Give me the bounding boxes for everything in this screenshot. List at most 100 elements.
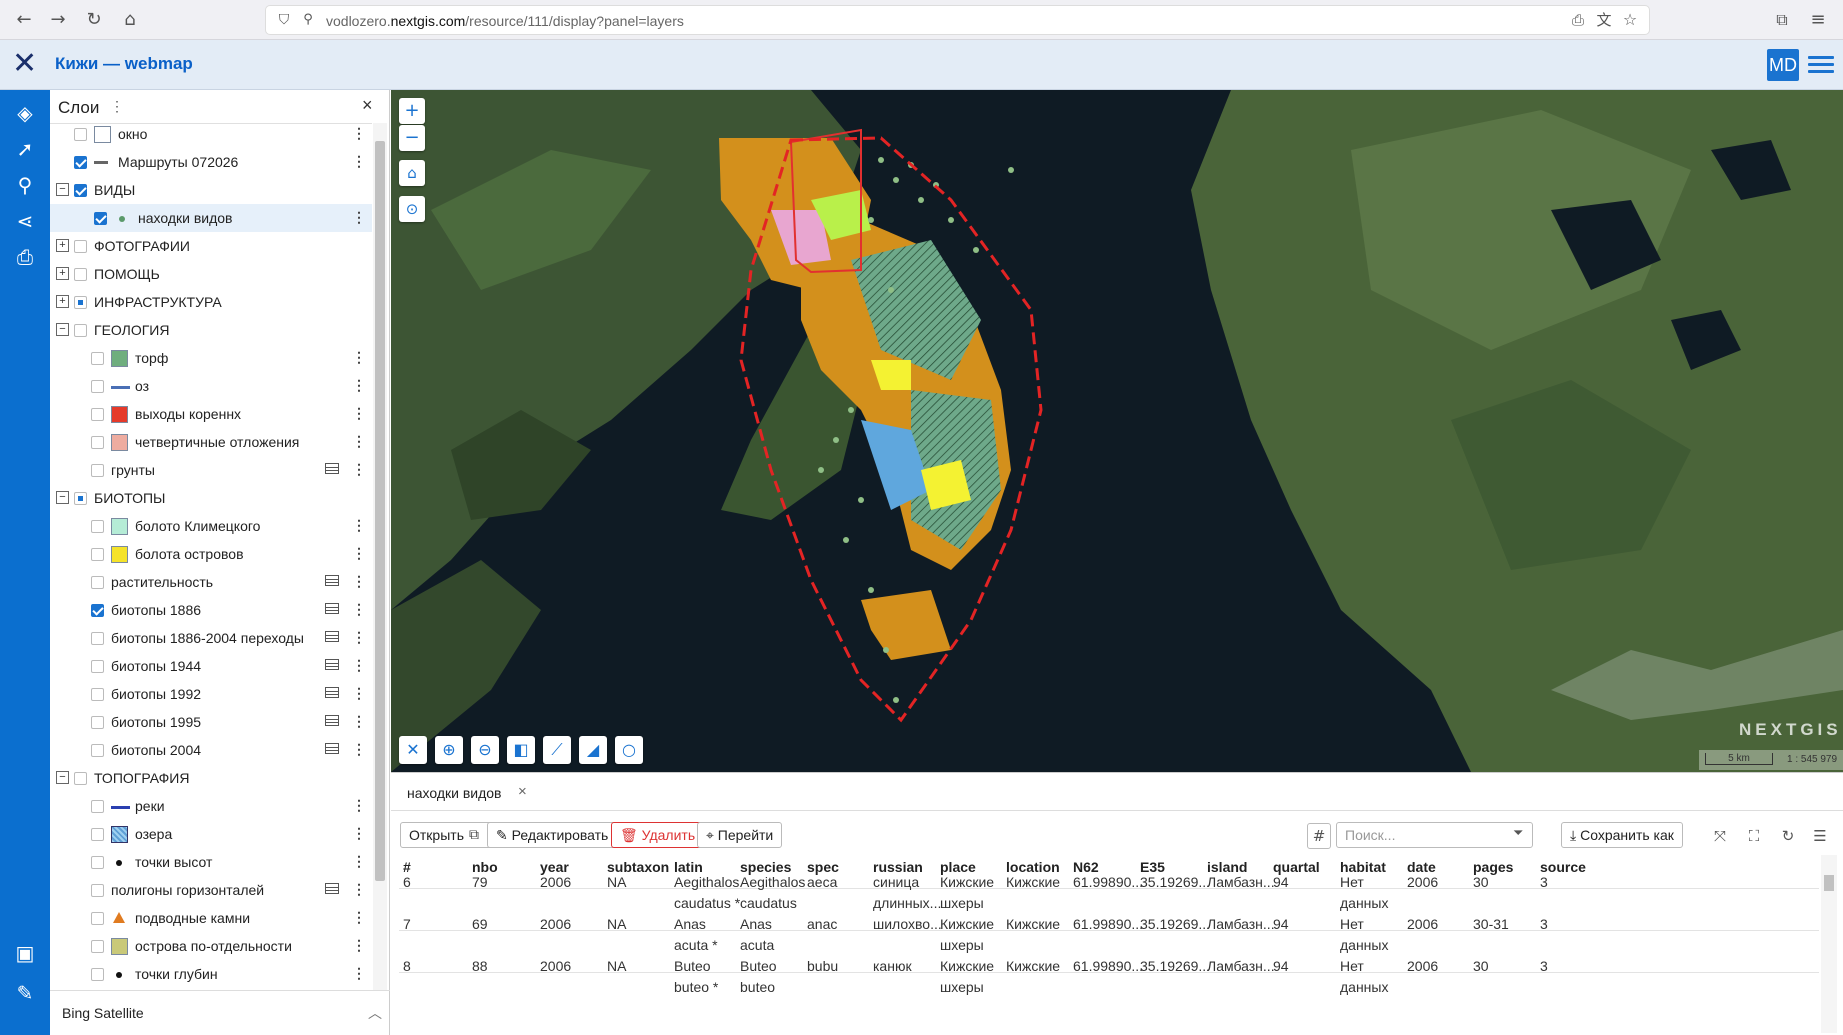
table-cell[interactable]: 2006: [1407, 956, 1477, 977]
layer-menu-icon[interactable]: ⋮: [352, 601, 366, 618]
layer-row[interactable]: биотопы 1886-2004 переходы ⋮: [50, 624, 372, 652]
main-menu-icon[interactable]: [1808, 52, 1834, 74]
layer-row[interactable]: растительность ⋮: [50, 568, 372, 596]
fit-columns-icon[interactable]: ⤧: [1709, 825, 1731, 847]
table-cell[interactable]: 3: [1540, 872, 1610, 893]
layer-menu-icon[interactable]: ⋮: [352, 713, 366, 730]
layer-checkbox[interactable]: [91, 912, 104, 925]
table-cell[interactable]: Кижские: [1006, 872, 1076, 893]
layer-checkbox[interactable]: [91, 884, 104, 897]
table-cell[interactable]: 94: [1273, 872, 1343, 893]
table-cell[interactable]: 61.99890...: [1073, 872, 1143, 893]
layer-checkbox[interactable]: [74, 268, 87, 281]
refresh-icon[interactable]: ↻: [1777, 825, 1799, 847]
table-cell[interactable]: 2006: [540, 956, 610, 977]
layer-checkbox[interactable]: [91, 968, 104, 981]
user-avatar[interactable]: MD: [1767, 49, 1799, 81]
layer-checkbox[interactable]: [74, 156, 87, 169]
basemap-selector[interactable]: Bing Satellite ︿: [50, 990, 390, 1035]
table-cell[interactable]: 7: [403, 914, 473, 935]
table-cell[interactable]: NA: [607, 956, 677, 977]
layer-menu-icon[interactable]: ⋮: [352, 741, 366, 758]
layer-checkbox[interactable]: [91, 464, 104, 477]
layer-menu-icon[interactable]: ⋮: [352, 629, 366, 646]
reload-icon[interactable]: ↻: [82, 8, 106, 32]
locate-button[interactable]: ⊙: [399, 196, 425, 222]
expand-icon[interactable]: +: [56, 267, 69, 280]
table-cell[interactable]: Кижские: [1006, 956, 1076, 977]
layer-checkbox[interactable]: [91, 800, 104, 813]
layer-menu-icon[interactable]: ⋮: [352, 377, 366, 394]
identify-cursor-icon[interactable]: ➚: [12, 136, 38, 162]
site-info-icon[interactable]: ⚲: [296, 8, 320, 32]
hash-column-icon[interactable]: #: [1307, 823, 1331, 849]
search-icon[interactable]: ⚲: [12, 172, 38, 198]
layer-row[interactable]: биотопы 1944 ⋮: [50, 652, 372, 680]
open-table-icon[interactable]: [325, 687, 339, 698]
layer-row[interactable]: окно ⋮: [50, 124, 372, 148]
layer-row[interactable]: биотопы 2004 ⋮: [50, 736, 372, 764]
layer-checkbox[interactable]: [94, 212, 107, 225]
layer-group-row[interactable]: + ИНФРАСТРУКТУРА: [50, 288, 372, 316]
layer-menu-icon[interactable]: ⋮: [352, 349, 366, 366]
table-cell[interactable]: Ламбазн...: [1207, 872, 1277, 893]
close-tab-icon[interactable]: ×: [518, 783, 527, 800]
layers-panel-menu-icon[interactable]: ⋮: [110, 98, 124, 115]
layer-checkbox[interactable]: [74, 240, 87, 253]
layer-row[interactable]: острова по-отдельности ⋮: [50, 932, 372, 960]
table-cell[interactable]: Кижские шхеры: [940, 956, 1010, 998]
table-cell[interactable]: 35.19269...: [1140, 872, 1210, 893]
layer-menu-icon[interactable]: ⋮: [352, 153, 366, 170]
table-cell[interactable]: 94: [1273, 914, 1343, 935]
table-cell[interactable]: 3: [1540, 914, 1610, 935]
tool-swipe-button[interactable]: ◧: [507, 736, 535, 764]
layer-row[interactable]: биотопы 1995 ⋮: [50, 708, 372, 736]
layer-menu-icon[interactable]: ⋮: [352, 909, 366, 926]
home-icon[interactable]: ⌂: [118, 8, 142, 32]
layer-menu-icon[interactable]: ⋮: [352, 825, 366, 842]
layer-row[interactable]: выходы кореннх ⋮: [50, 400, 372, 428]
layer-menu-icon[interactable]: ⋮: [352, 797, 366, 814]
table-cell[interactable]: Нет данных: [1340, 872, 1410, 914]
layer-checkbox[interactable]: [91, 408, 104, 421]
layer-checkbox[interactable]: [74, 772, 87, 785]
layer-row[interactable]: подводные камни ⋮: [50, 904, 372, 932]
table-cell[interactable]: Buteo buteo: [740, 956, 810, 998]
layer-menu-icon[interactable]: ⋮: [352, 433, 366, 450]
layer-row[interactable]: полигоны горизонталей ⋮: [50, 876, 372, 904]
layer-checkbox[interactable]: [91, 352, 104, 365]
table-cell[interactable]: 79: [472, 872, 542, 893]
edit-button[interactable]: ✎ Редактировать: [487, 822, 618, 848]
layer-group-row[interactable]: − ВИДЫ: [50, 176, 372, 204]
layer-menu-icon[interactable]: ⋮: [352, 517, 366, 534]
edit-pencil-icon[interactable]: ✎: [12, 980, 38, 1006]
layer-checkbox[interactable]: [74, 492, 87, 505]
delete-button[interactable]: 🗑 Удалить: [611, 822, 705, 848]
open-table-icon[interactable]: [325, 631, 339, 642]
table-cell[interactable]: 30: [1473, 956, 1543, 977]
layer-checkbox[interactable]: [91, 660, 104, 673]
table-cell[interactable]: Кижские: [1006, 914, 1076, 935]
address-bar[interactable]: ⛉ ⚲ vodlozero.nextgis.com/resource/111/d…: [265, 5, 1650, 35]
collapse-icon[interactable]: −: [56, 771, 69, 784]
table-cell[interactable]: Aegithalos caudatus: [740, 872, 810, 914]
open-table-icon[interactable]: [325, 659, 339, 670]
layer-group-row[interactable]: + ФОТОГРАФИИ: [50, 232, 372, 260]
table-tab[interactable]: находки видов: [407, 785, 502, 801]
layer-checkbox[interactable]: [91, 604, 104, 617]
collapse-icon[interactable]: −: [56, 491, 69, 504]
table-cell[interactable]: Anas acuta *: [674, 914, 744, 956]
layer-checkbox[interactable]: [74, 324, 87, 337]
webmap-title[interactable]: Кижи — webmap: [55, 54, 193, 74]
table-cell[interactable]: Aegithalos caudatus *: [674, 872, 744, 914]
layer-checkbox[interactable]: [91, 828, 104, 841]
table-cell[interactable]: канюк: [873, 956, 943, 977]
expand-icon[interactable]: +: [56, 239, 69, 252]
collapse-icon[interactable]: −: [56, 323, 69, 336]
layer-menu-icon[interactable]: ⋮: [352, 461, 366, 478]
layer-row[interactable]: Маршруты 072026 ⋮: [50, 148, 372, 176]
table-cell[interactable]: Anas acuta: [740, 914, 810, 956]
table-cell[interactable]: 30-31: [1473, 914, 1543, 935]
table-cell[interactable]: 2006: [540, 872, 610, 893]
layer-row[interactable]: биотопы 1992 ⋮: [50, 680, 372, 708]
